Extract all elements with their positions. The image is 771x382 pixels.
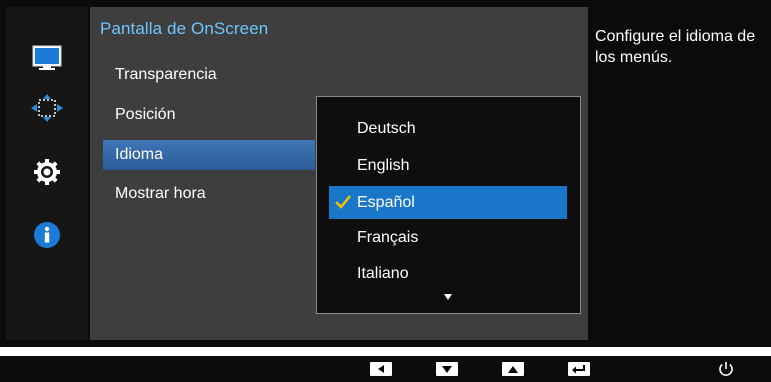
osd-window: Pantalla de OnScreen Transparencia Posic…	[0, 0, 771, 347]
help-panel: Configure el idioma de los menús.	[590, 7, 771, 340]
language-dropdown[interactable]: Deutsch English Español Français Italian…	[316, 96, 581, 314]
menu-item-transparencia[interactable]: Transparencia	[103, 60, 303, 90]
language-option[interactable]: English	[329, 149, 567, 182]
down-arrow-icon[interactable]	[436, 362, 458, 376]
left-arrow-icon[interactable]	[370, 362, 392, 376]
language-option[interactable]: Italiano	[329, 257, 567, 290]
language-option-selected[interactable]: Español	[329, 186, 567, 219]
key-guide-bar	[0, 356, 771, 382]
checkmark-icon	[335, 195, 351, 209]
language-option[interactable]: Français	[329, 221, 567, 254]
chevron-down-icon[interactable]	[444, 294, 452, 300]
up-arrow-icon[interactable]	[502, 362, 524, 376]
position-arrows-icon[interactable]	[6, 89, 88, 127]
menu-item-idioma[interactable]: Idioma	[103, 140, 315, 170]
gear-icon[interactable]	[6, 153, 88, 191]
menu-title: Pantalla de OnScreen	[100, 19, 269, 38]
enter-icon[interactable]	[568, 362, 590, 376]
category-sidebar	[6, 7, 88, 340]
help-text: Configure el idioma de los menús.	[595, 28, 756, 66]
menu-item-mostrar-hora[interactable]: Mostrar hora	[103, 179, 303, 209]
info-icon[interactable]	[6, 216, 88, 254]
picture-icon[interactable]	[6, 39, 88, 77]
language-option-label: Español	[357, 194, 415, 211]
language-option[interactable]: Deutsch	[329, 112, 567, 145]
power-icon[interactable]	[717, 360, 735, 378]
menu-item-posicion[interactable]: Posición	[103, 100, 303, 130]
